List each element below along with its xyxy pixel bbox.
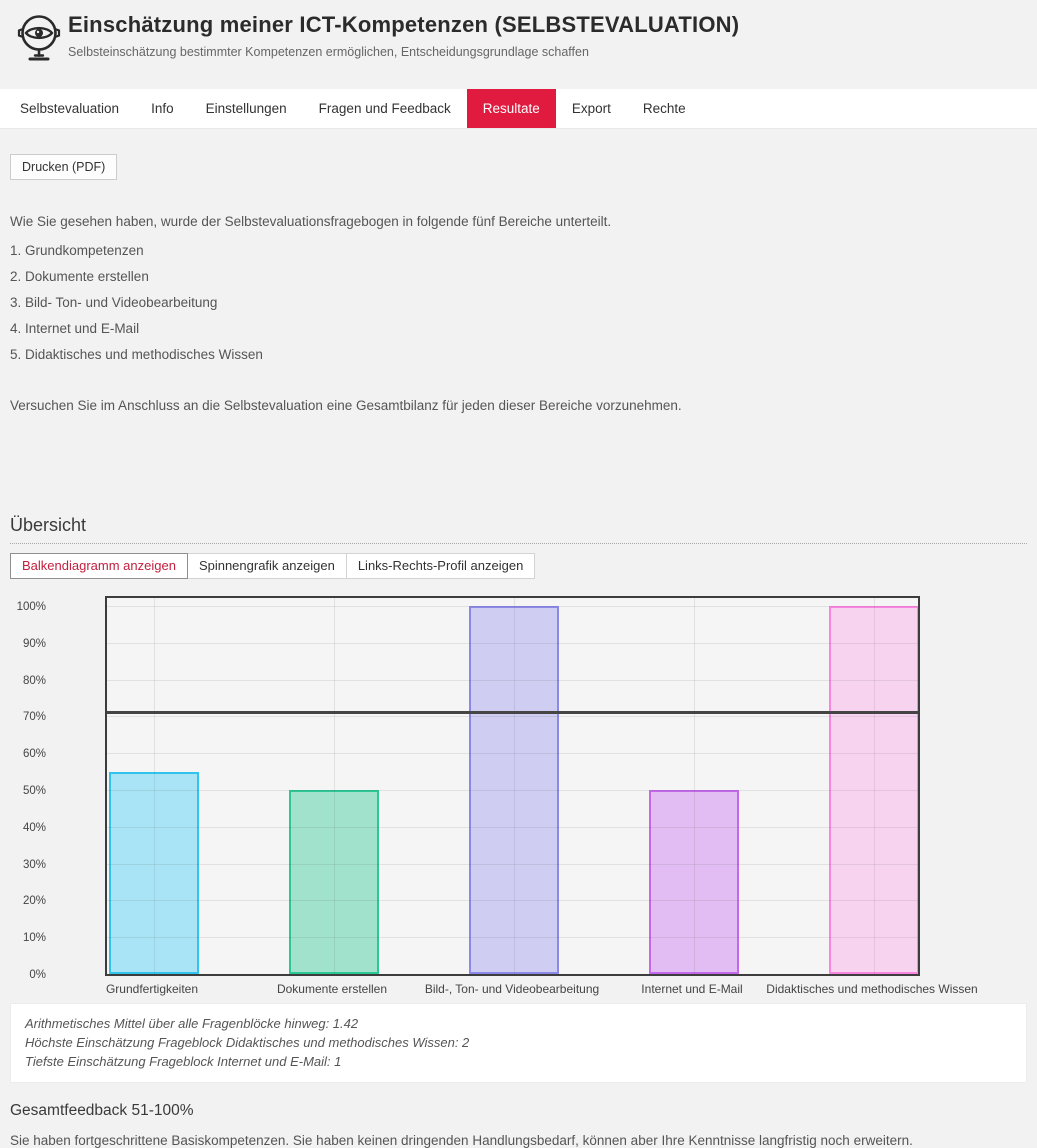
feedback-text: Sie haben fortgeschrittene Basiskompeten…	[10, 1133, 1027, 1148]
h-gridline	[107, 753, 918, 754]
tab-selbstevaluation[interactable]: Selbstevaluation	[4, 89, 135, 128]
y-axis-tick-label: 100%	[10, 601, 46, 613]
v-gridline	[334, 598, 335, 974]
x-axis-label-internet-und-e-mail: Internet und E-Mail	[641, 982, 742, 996]
print-pdf-button[interactable]: Drucken (PDF)	[10, 154, 117, 180]
intro-text: Wie Sie gesehen haben, wurde der Selbste…	[10, 214, 1027, 413]
overview-heading: Übersicht	[10, 515, 1027, 544]
x-axis-label-didaktisches-und-methodisches-wissen: Didaktisches und methodisches Wissen	[766, 982, 977, 996]
chart-stats-box: Arithmetisches Mittel über alle Fragenbl…	[10, 1003, 1027, 1083]
y-axis-tick-label: 70%	[10, 711, 46, 723]
main-nav: SelbstevaluationInfoEinstellungenFragen …	[0, 89, 1037, 129]
y-axis-tick-label: 0%	[10, 969, 46, 981]
h-gridline	[107, 827, 918, 828]
content-area: Drucken (PDF) Wie Sie gesehen haben, wur…	[0, 129, 1037, 1148]
bar-chart: 0% 10% 20% 30% 40% 50% 60% 70% 80% 90% 100% Grundfe…	[10, 596, 1027, 1000]
h-gridline	[107, 643, 918, 644]
y-axis-tick-label: 60%	[10, 748, 46, 760]
page-subtitle: Selbsteinschätzung bestimmter Kompetenze…	[68, 45, 739, 59]
v-gridline	[694, 598, 695, 974]
x-axis-label-dokumente-erstellen: Dokumente erstellen	[277, 982, 387, 996]
y-axis-tick-label: 80%	[10, 675, 46, 687]
y-axis-tick-label: 20%	[10, 895, 46, 907]
tab-fragen-und-feedback[interactable]: Fragen und Feedback	[303, 89, 467, 128]
tab-info[interactable]: Info	[135, 89, 190, 128]
h-gridline	[107, 790, 918, 791]
tab-resultate[interactable]: Resultate	[467, 89, 556, 128]
area-list-item: 4. Internet und E-Mail	[10, 321, 1027, 336]
chart-plot-area	[105, 596, 920, 976]
feedback-heading: Gesamtfeedback 51-100%	[10, 1102, 1027, 1120]
chart-view-switcher: Balkendiagramm anzeigenSpinnengrafik anz…	[10, 553, 1027, 579]
h-gridline	[107, 900, 918, 901]
y-axis-tick-label: 10%	[10, 932, 46, 944]
tab-einstellungen[interactable]: Einstellungen	[190, 89, 303, 128]
h-gridline	[107, 680, 918, 681]
v-gridline	[514, 598, 515, 974]
h-gridline	[107, 606, 918, 607]
area-list-item: 2. Dokumente erstellen	[10, 269, 1027, 284]
y-axis-tick-label: 50%	[10, 785, 46, 797]
page-title: Einschätzung meiner ICT-Kompetenzen (SEL…	[68, 12, 739, 38]
app-header: Einschätzung meiner ICT-Kompetenzen (SEL…	[0, 0, 1037, 89]
stats-line: Tiefste Einschätzung Frageblock Internet…	[25, 1052, 1012, 1071]
y-axis-tick-label: 90%	[10, 638, 46, 650]
x-axis-label-grundfertigkeiten: Grundfertigkeiten	[106, 982, 198, 996]
area-list-item: 5. Didaktisches und methodisches Wissen	[10, 347, 1027, 362]
intro-lead: Wie Sie gesehen haben, wurde der Selbste…	[10, 214, 1027, 229]
v-gridline	[874, 598, 875, 974]
h-gridline	[107, 864, 918, 865]
y-axis-tick-label: 30%	[10, 859, 46, 871]
tab-export[interactable]: Export	[556, 89, 627, 128]
tab-rechte[interactable]: Rechte	[627, 89, 702, 128]
stats-line: Höchste Einschätzung Frageblock Didaktis…	[25, 1033, 1012, 1052]
area-list-item: 3. Bild- Ton- und Videobearbeitung	[10, 295, 1027, 310]
area-list-item: 1. Grundkompetenzen	[10, 243, 1027, 258]
area-list: 1. Grundkompetenzen 2. Dokumente erstelle…	[10, 243, 1027, 362]
eye-mirror-icon	[14, 12, 64, 66]
h-gridline	[107, 937, 918, 938]
button-links-rechts-profil-anzeigen[interactable]: Links-Rechts-Profil anzeigen	[346, 553, 535, 579]
intro-outro: Versuchen Sie im Anschluss an die Selbst…	[10, 398, 1027, 413]
mean-threshold-line	[107, 711, 918, 714]
x-axis-label-bild-ton-und-videobearbeitung: Bild-, Ton- und Videobearbeitung	[425, 982, 599, 996]
button-spinnengrafik-anzeigen[interactable]: Spinnengrafik anzeigen	[187, 553, 347, 579]
h-gridline	[107, 716, 918, 717]
y-axis-tick-label: 40%	[10, 822, 46, 834]
stats-line: Arithmetisches Mittel über alle Fragenbl…	[25, 1014, 1012, 1033]
v-gridline	[154, 598, 155, 974]
button-balkendiagramm-anzeigen[interactable]: Balkendiagramm anzeigen	[10, 553, 188, 579]
